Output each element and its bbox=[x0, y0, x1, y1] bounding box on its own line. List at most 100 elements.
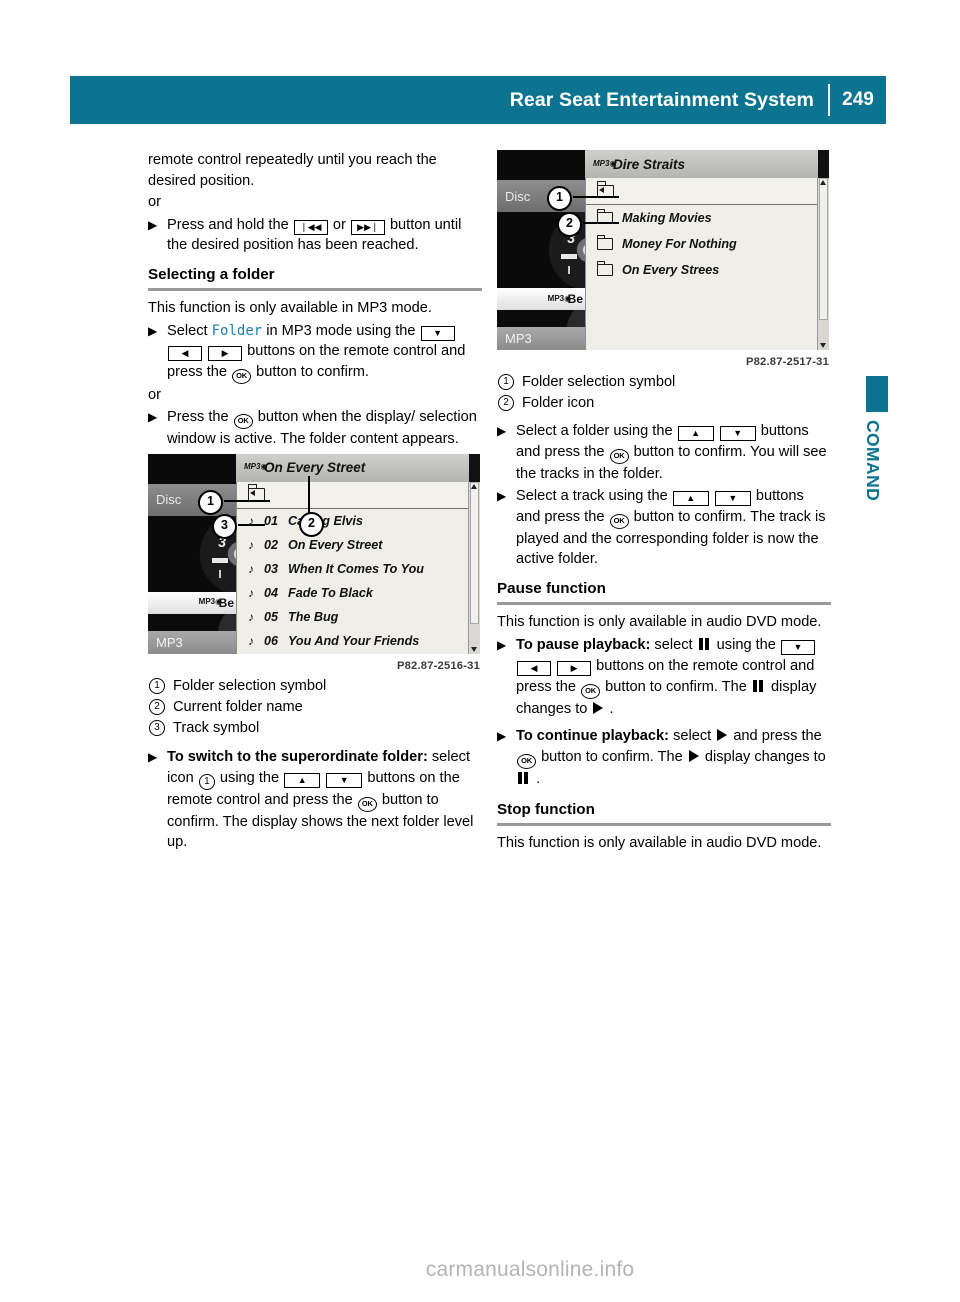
folder-icon bbox=[596, 260, 613, 276]
track-name: You And Your Friends bbox=[288, 633, 420, 648]
scroll-down-arrow-icon[interactable] bbox=[471, 646, 477, 652]
legend-number: 2 bbox=[149, 698, 165, 715]
figure-caption-2: P82.87-2517-31 bbox=[745, 356, 829, 368]
scrollbar-thumb[interactable] bbox=[819, 178, 828, 320]
table-row[interactable]: ♪ 03 When It Comes To You bbox=[237, 557, 480, 581]
scrollbar-1[interactable] bbox=[468, 481, 480, 654]
right-arrow-key-icon: ▶ bbox=[208, 346, 243, 362]
list-item[interactable]: Making Movies bbox=[586, 205, 829, 231]
table-row[interactable]: ♪ 04 Fade To Black bbox=[237, 581, 480, 605]
track-number: 01 bbox=[264, 513, 279, 528]
legend-item: 1 Folder selection symbol bbox=[497, 372, 831, 393]
section-rule bbox=[148, 287, 482, 291]
callout-leader bbox=[583, 222, 619, 224]
mode-label-1: MP3 bbox=[148, 630, 236, 654]
table-row[interactable]: ♪ 02 On Every Street bbox=[237, 533, 480, 557]
pause-intro: This function is only available in audio… bbox=[497, 613, 822, 630]
table-row[interactable]: ♪ 06 You And Your Friends bbox=[237, 629, 480, 653]
bullet-text-pre: Select bbox=[167, 322, 208, 339]
bullet-bold-lead: To continue playback: bbox=[516, 728, 669, 745]
bullet-text-tail: button to confirm. bbox=[633, 443, 747, 460]
section-tab-label: COMAND bbox=[863, 420, 883, 502]
bullet-text-tail: button to confirm. bbox=[605, 678, 718, 695]
bullet-press-ok: ▶ Press the OK button when the display/ … bbox=[148, 407, 482, 450]
section-heading-selecting-a-folder: Selecting a folder bbox=[148, 265, 275, 283]
music-note-icon: ♪ bbox=[248, 585, 254, 600]
scroll-up-arrow-icon[interactable] bbox=[820, 180, 826, 185]
scrollbar-2[interactable] bbox=[817, 178, 829, 350]
comand-display-1: Disc 3 MP3◉ Be MP3 MP3◉ On Every Street bbox=[148, 453, 480, 654]
list-item[interactable]: Money For Nothing bbox=[586, 231, 829, 257]
right-arrow-key-icon: ▶ bbox=[557, 661, 592, 677]
ok-button-icon: OK bbox=[609, 513, 629, 529]
section-rule bbox=[497, 822, 831, 826]
disc-photo-lower-1 bbox=[148, 613, 236, 631]
bullet-text-mid: and press the bbox=[733, 728, 822, 745]
mp3-now-playing-row-2: MP3◉ Be bbox=[497, 288, 585, 310]
scrollbar-thumb[interactable] bbox=[470, 481, 479, 624]
bullet-text-pre: Press the bbox=[167, 409, 229, 426]
down-arrow-key-icon: ▼ bbox=[420, 325, 455, 341]
up-arrow-key-icon: ▲ bbox=[284, 772, 321, 788]
next-track-key-icon: ▶▶❘ bbox=[350, 219, 385, 235]
bullet-text-tail: button to confirm. bbox=[633, 508, 747, 525]
mp3-disc-icon: MP3◉ bbox=[244, 462, 268, 472]
list-titlebar-2: MP3◉ Dire Straits bbox=[585, 150, 829, 178]
result-end: . bbox=[609, 700, 614, 717]
track-number: 03 bbox=[264, 561, 279, 576]
bullet-text-pre: Select a folder using the bbox=[516, 423, 673, 439]
mp3-now-playing-row-1: MP3◉ Be bbox=[148, 591, 236, 614]
section-tab-marker bbox=[866, 376, 888, 412]
mp3-disc-icon: MP3◉ bbox=[198, 597, 223, 607]
screenshot-mp3-folder-list: Disc 3 MP3◉ Be MP3 MP3◉ Dire Straits Mak… bbox=[497, 150, 829, 368]
bullet-select-folder-arrows: ▶ Select a folder using the ▲ ▼ buttons … bbox=[497, 421, 831, 484]
bullet-text-pre: Select a track using the bbox=[516, 488, 668, 505]
list-title-2: Dire Straits bbox=[613, 156, 686, 172]
table-row[interactable]: ♪ 05 The Bug bbox=[237, 605, 480, 629]
progress-tick bbox=[219, 569, 221, 578]
bullet-superordinate-folder: ▶ To switch to the superordinate folder:… bbox=[148, 747, 482, 853]
bullet-marker-icon: ▶ bbox=[497, 637, 507, 652]
page-number: 249 bbox=[842, 89, 874, 110]
list-titlebar-1: MP3◉ On Every Street bbox=[236, 453, 480, 482]
list-item[interactable]: On Every Strees bbox=[586, 257, 829, 283]
scroll-up-arrow-icon[interactable] bbox=[471, 483, 477, 489]
progress-bar-segment bbox=[212, 557, 228, 563]
pause-glyph-icon bbox=[698, 636, 711, 657]
bullet-marker-icon: ▶ bbox=[497, 729, 507, 744]
track-number: 02 bbox=[264, 537, 279, 552]
legend-item: 2 Folder icon bbox=[497, 393, 831, 414]
list-area-1[interactable]: ♪ 01 Calling Elvis ♪ 02 On Every Street … bbox=[236, 481, 480, 654]
page-title: Rear Seat Entertainment System bbox=[509, 88, 814, 111]
down-arrow-key-icon: ▼ bbox=[780, 639, 815, 655]
up-arrow-key-icon: ▲ bbox=[672, 491, 709, 507]
track-number: 04 bbox=[264, 585, 279, 600]
bullet-marker-icon: ▶ bbox=[148, 323, 158, 338]
bullet-pause-playback: ▶ To pause playback: select using the ▼ … bbox=[497, 635, 831, 720]
callout-2: 2 bbox=[299, 511, 324, 537]
left-column: remote control repeatedly until you reac… bbox=[148, 150, 482, 853]
table-row[interactable]: ♪ 01 Calling Elvis bbox=[237, 509, 480, 533]
ok-button-icon: OK bbox=[232, 368, 252, 384]
legend-item: 3 Track symbol bbox=[148, 718, 482, 739]
down-arrow-key-icon: ▼ bbox=[714, 491, 751, 507]
titlebar-end-cap bbox=[469, 453, 480, 482]
legend-item: 2 Current folder name bbox=[148, 697, 482, 718]
bullet-text-mid: using the bbox=[219, 769, 280, 786]
folder-name: On Every Strees bbox=[622, 263, 720, 277]
scroll-down-arrow-icon[interactable] bbox=[820, 343, 826, 348]
left-arrow-key-icon: ◀ bbox=[517, 661, 551, 677]
mp3-disc-icon: MP3◉ bbox=[547, 293, 572, 303]
screenshot-mp3-track-list: Disc 3 MP3◉ Be MP3 MP3◉ On Every Street bbox=[148, 453, 480, 672]
disc-photo-lower-2 bbox=[497, 310, 585, 327]
folder-up-row-1[interactable] bbox=[237, 481, 480, 509]
bullet-text-tail: button to confirm. bbox=[256, 363, 369, 380]
result-mid: display changes to bbox=[704, 748, 826, 765]
menu-item-folder[interactable]: Folder bbox=[212, 323, 263, 339]
list-area-2[interactable]: Making Movies Money For Nothing On Every… bbox=[585, 178, 829, 350]
folder-up-row-2[interactable] bbox=[586, 178, 829, 205]
pause-glyph-icon bbox=[752, 678, 765, 699]
progress-bar-segment bbox=[561, 254, 577, 259]
